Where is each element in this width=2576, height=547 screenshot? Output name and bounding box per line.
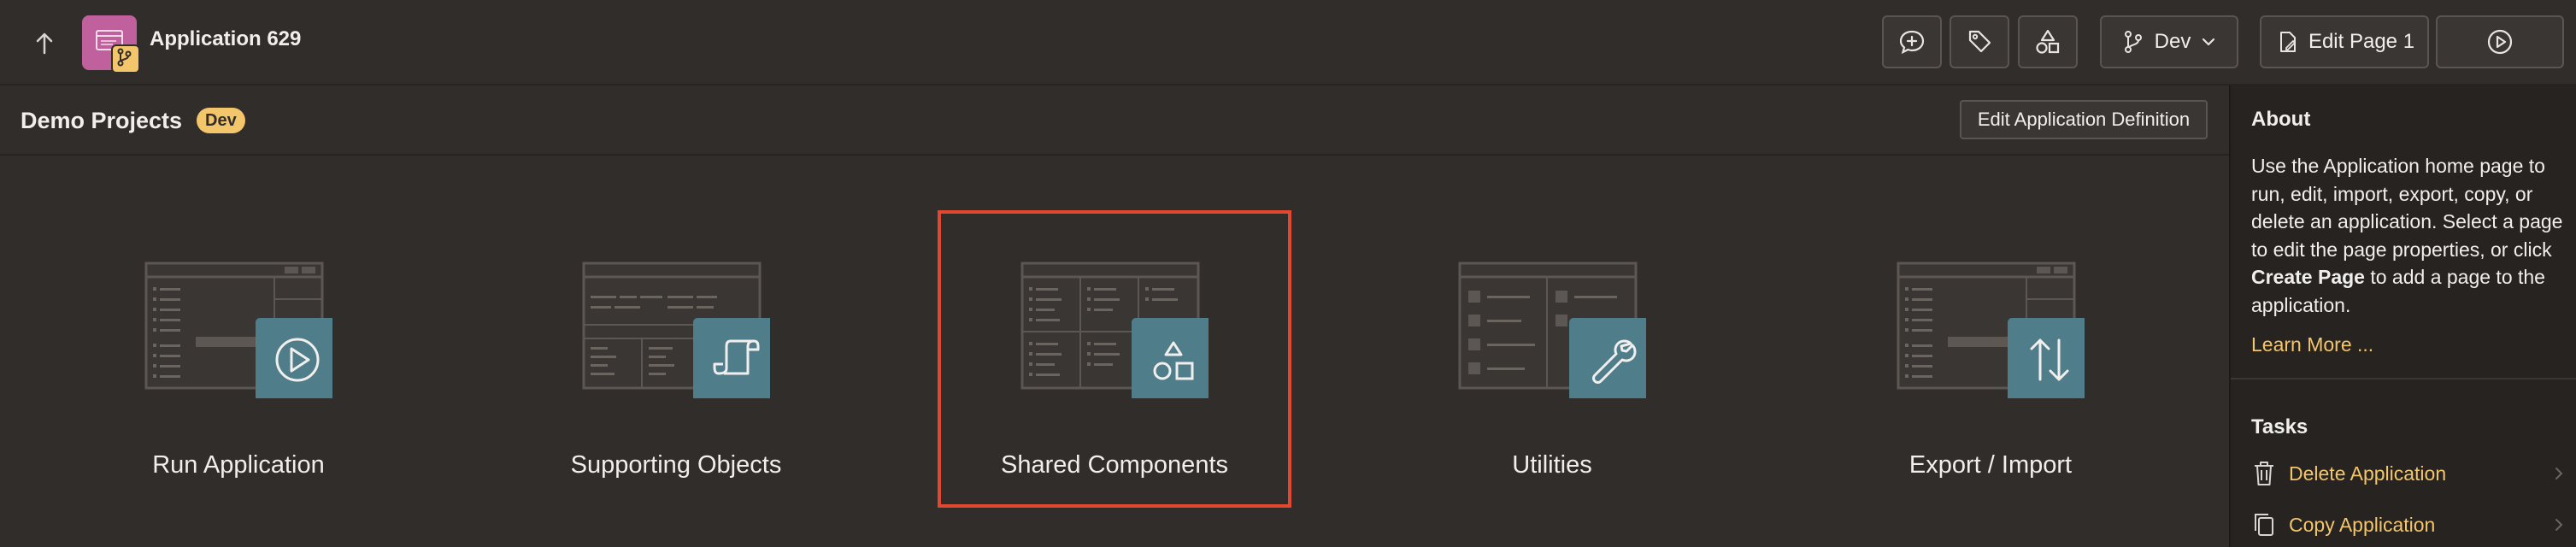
utilities-illustration — [1458, 262, 1646, 398]
task-label: Copy Application — [2289, 513, 2436, 536]
create-page-emphasis: Create Page — [2251, 266, 2365, 288]
edit-page-label: Edit Page 1 — [2308, 30, 2415, 53]
tile-export-import[interactable]: Export / Import — [1814, 210, 2167, 508]
run-application-illustration — [144, 262, 332, 398]
tile-label: Supporting Objects — [570, 451, 782, 479]
arrow-up-icon — [36, 32, 53, 55]
shared-components-button[interactable] — [2018, 15, 2078, 68]
about-text: Use the Application home page to run, ed… — [2251, 152, 2566, 319]
page-title: Demo Projects — [21, 108, 183, 133]
run-page-button[interactable] — [2436, 15, 2564, 68]
chevron-right-icon — [2555, 468, 2563, 479]
app-icon — [82, 15, 140, 74]
top-header: Application 629 Dev Edit Page 1 — [0, 0, 2576, 85]
about-text-part: Use the Application home page to run, ed… — [2251, 155, 2563, 261]
shared-components-illustration — [1020, 262, 1209, 398]
tasks-heading: Tasks — [2251, 415, 2308, 438]
branch-select-button[interactable]: Dev — [2100, 15, 2238, 68]
supporting-objects-illustration — [582, 262, 770, 398]
page-subheader: Demo Projects Dev Edit Application Defin… — [0, 85, 2229, 156]
export-import-illustration — [1897, 262, 2085, 398]
team-development-button[interactable] — [1950, 15, 2009, 68]
edit-page-button[interactable]: Edit Page 1 — [2260, 15, 2429, 68]
edit-page-icon — [2279, 32, 2297, 52]
task-label: Delete Application — [2289, 462, 2447, 485]
branch-label: Dev — [2154, 30, 2191, 53]
panel-divider — [2231, 378, 2576, 379]
right-info-panel: About Use the Application home page to r… — [2229, 85, 2576, 547]
chat-add-icon — [1899, 30, 1925, 55]
tile-run-application[interactable]: Run Application — [62, 210, 415, 508]
tile-utilities[interactable]: Utilities — [1375, 210, 1729, 508]
tile-label: Utilities — [1512, 451, 1592, 479]
dev-badge: Dev — [197, 108, 245, 133]
branch-badge — [111, 44, 140, 74]
copy-icon — [2255, 514, 2273, 536]
shapes-icon — [2036, 29, 2060, 54]
tile-label: Run Application — [152, 451, 325, 479]
delete-application-link[interactable]: Delete Application — [2251, 456, 2567, 491]
trash-icon — [2255, 462, 2273, 485]
edit-application-definition-button[interactable]: Edit Application Definition — [1960, 100, 2208, 139]
comments-button[interactable] — [1882, 15, 1942, 68]
tile-label: Shared Components — [1001, 451, 1228, 479]
tile-shared-components[interactable]: Shared Components — [938, 210, 1291, 508]
play-circle-icon — [2487, 29, 2513, 55]
chevron-right-icon — [2555, 519, 2563, 531]
git-branch-icon — [117, 48, 132, 67]
chevron-down-icon — [2203, 38, 2215, 46]
copy-application-link[interactable]: Copy Application — [2251, 508, 2567, 542]
tile-supporting-objects[interactable]: Supporting Objects — [499, 210, 853, 508]
tag-icon — [1968, 30, 1991, 53]
navigate-up-button[interactable] — [26, 25, 63, 62]
app-title: Application 629 — [150, 27, 302, 50]
learn-more-link[interactable]: Learn More ... — [2251, 333, 2373, 356]
about-heading: About — [2251, 108, 2311, 131]
tile-label: Export / Import — [1908, 451, 2073, 479]
git-branch-icon — [2124, 31, 2142, 53]
